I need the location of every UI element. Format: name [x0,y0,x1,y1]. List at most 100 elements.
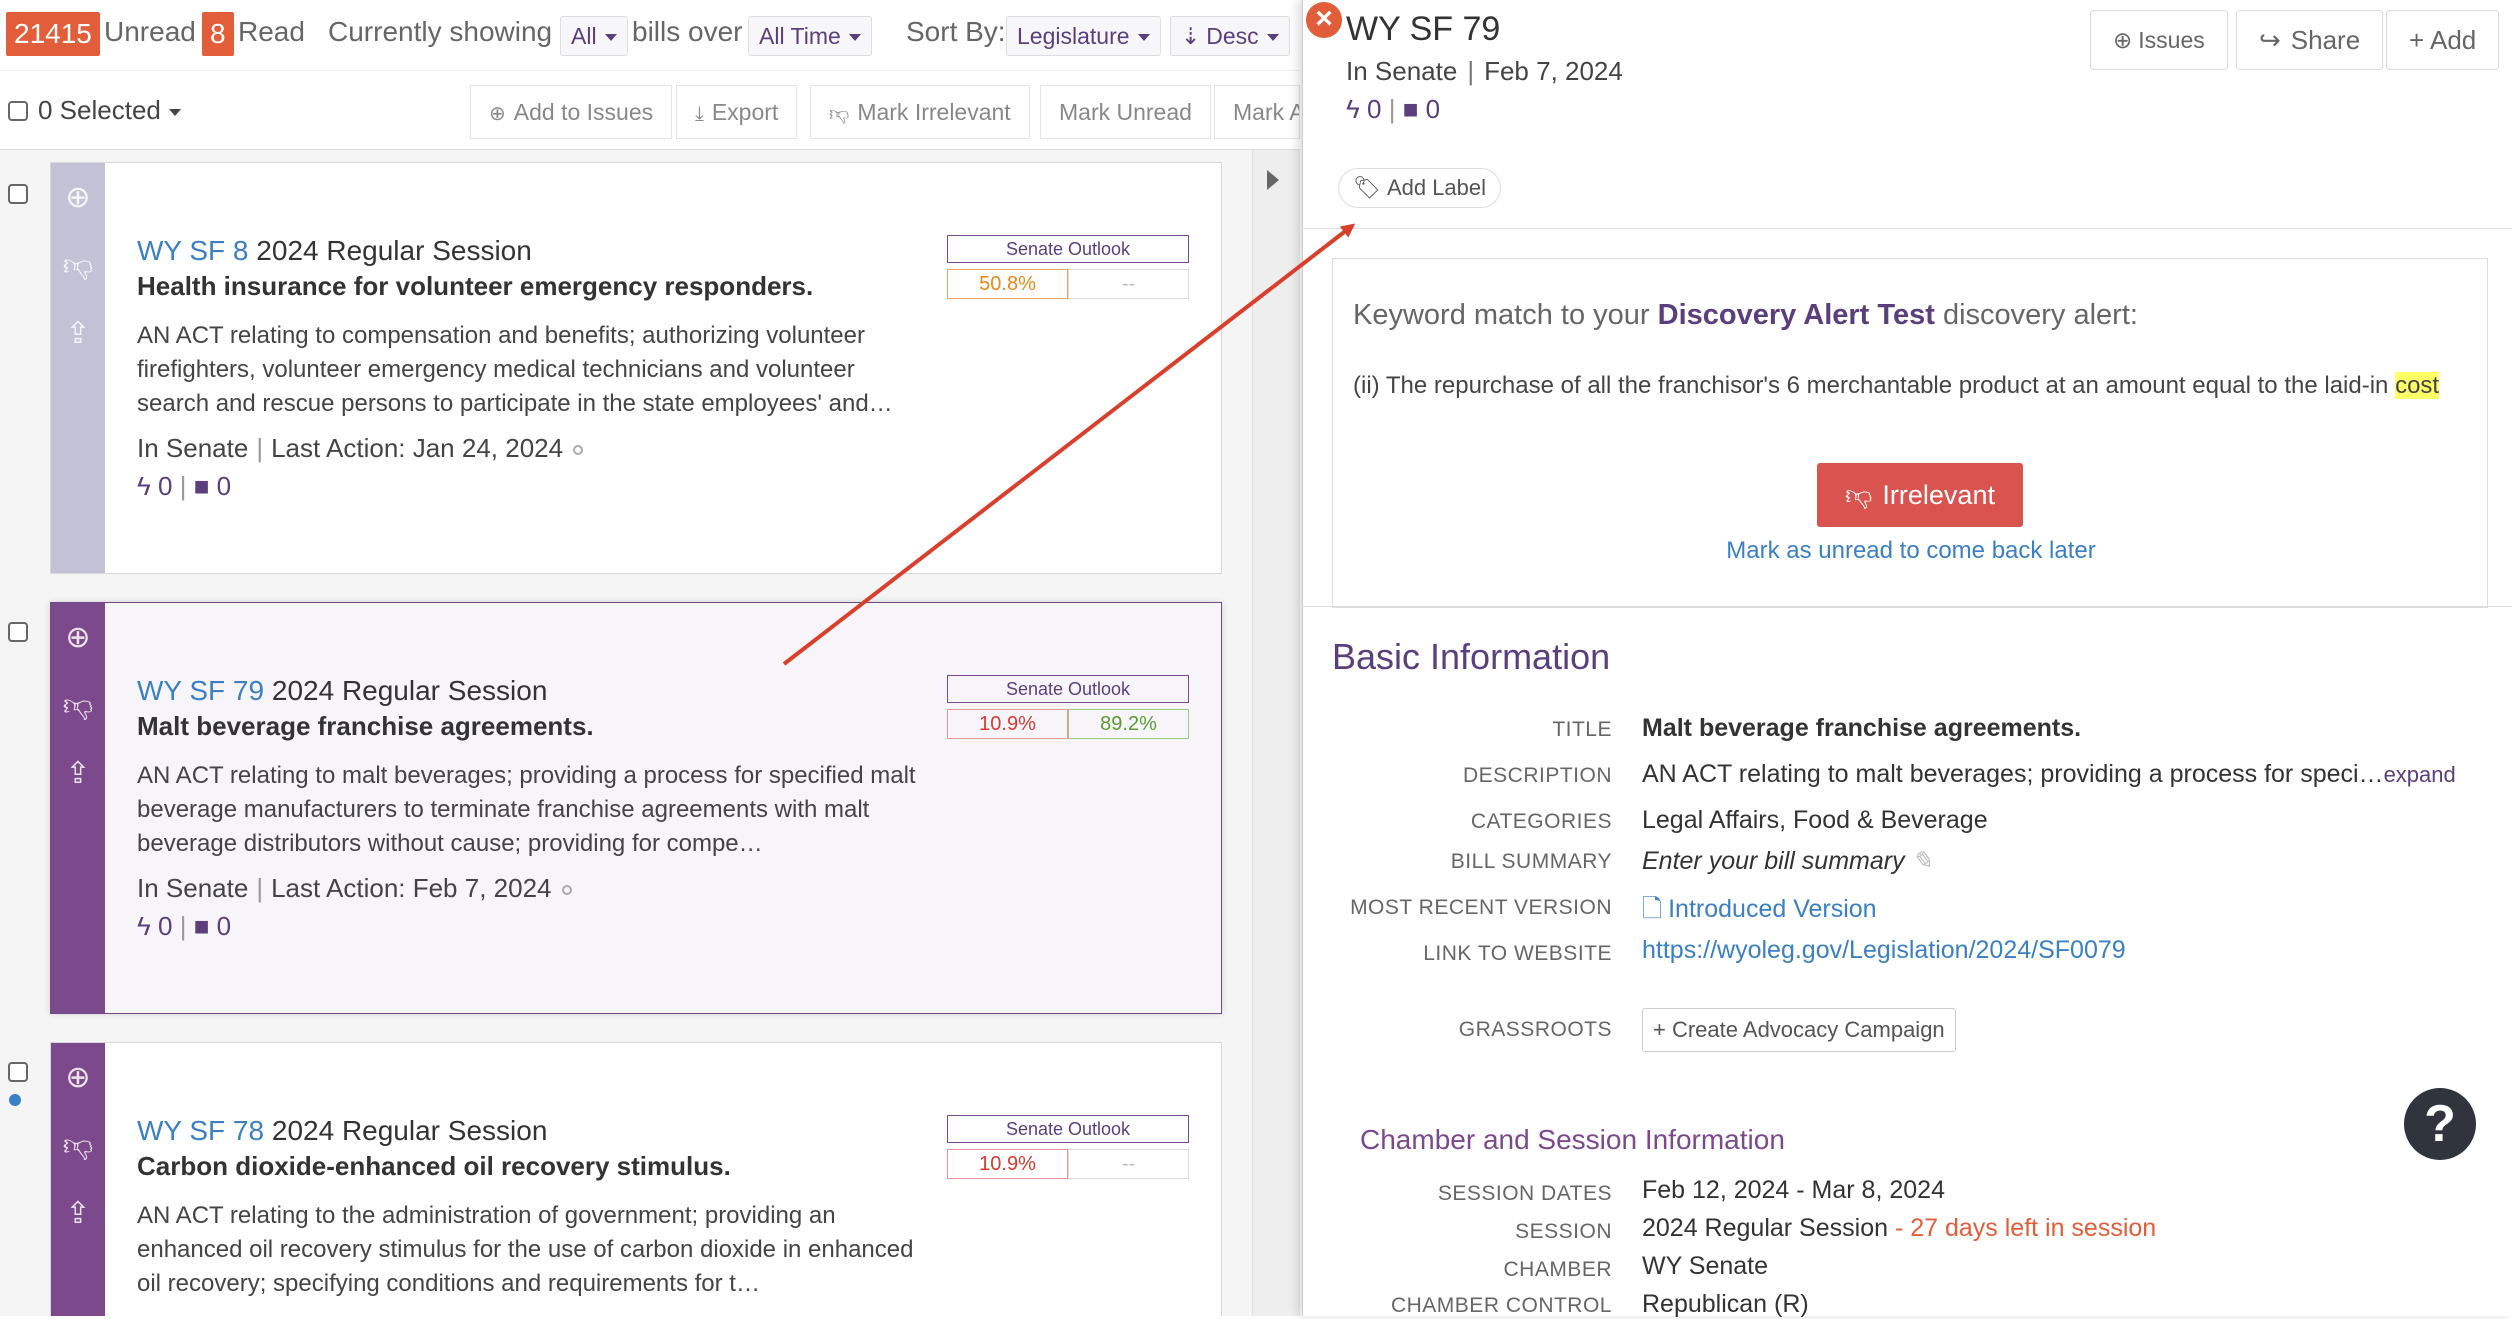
plus-circle-icon[interactable]: ⊕ [61,621,95,655]
bill-card[interactable]: ⊕ 👎︎ ⇪ WY SF 8 2024 Regular Session Heal… [50,162,1222,574]
separator: | [256,433,264,463]
bill-select-checkbox[interactable] [8,1062,28,1082]
outlook-pass-pct: 10.9% [947,709,1068,739]
bill-number-link[interactable]: WY SF 8 [137,235,249,266]
unread-count-badge[interactable]: 21415 [6,12,100,56]
match-suffix: discovery alert: [1942,299,2138,331]
issues-button[interactable]: ⊕ Issues [2090,10,2228,70]
categories-key: CATEGORIES [1470,810,1612,833]
plus-circle-icon[interactable]: ⊕ [61,181,95,215]
thumbs-down-icon: 👎︎ [1845,480,1873,510]
read-count-badge[interactable]: 8 [202,12,234,56]
top-filter-bar: 21415 Unread 8 Read Currently showing Al… [0,0,1300,70]
plus-circle-icon: ⊕ [2113,27,2133,53]
session-dates-value: Feb 12, 2024 - Mar 8, 2024 [1642,1176,1945,1204]
chevron-down-icon [848,34,861,42]
document-icon: 🗋 [1642,895,1663,923]
share-button[interactable]: ↪ Share [2236,10,2384,70]
panel-chamber-status: In Senate [1346,56,1458,86]
bill-note-count: 0 [216,471,232,501]
help-button[interactable]: ? [2404,1088,2476,1160]
add-label-button[interactable]: 🏷︎ Add Label [1338,168,1502,208]
panel-bill-title: WY SF 79 [1346,10,1501,48]
bill-session: 2024 Regular Session [271,675,548,706]
tag-icon: 🏷︎ [1353,175,1381,200]
bill-activity-count: 0 [158,911,173,941]
thumbs-down-icon[interactable]: 👎︎ [61,689,95,723]
mark-unread-link[interactable]: Mark as unread to come back later [1333,537,2489,565]
bill-filter-dropdown[interactable]: All [560,16,628,56]
issues-label: Issues [2138,27,2205,53]
categories-value: Legal Affairs, Food & Beverage [1642,806,1988,834]
read-label[interactable]: Read [238,16,305,48]
download-icon: ⤓ [695,103,704,125]
export-button[interactable]: ⤓ Export [676,85,798,139]
bill-select-checkbox[interactable] [8,184,28,204]
unread-label[interactable]: Unread [104,16,196,48]
unread-indicator-dot [9,1094,21,1106]
match-highlight: cost [2395,372,2440,399]
create-campaign-button[interactable]: + Create Advocacy Campaign [1642,1008,1956,1052]
chamber-control-key: CHAMBER CONTROL [1390,1294,1612,1317]
irrelevant-button[interactable]: 👎︎ Irrelevant [1817,463,2023,527]
bill-select-checkbox[interactable] [8,622,28,642]
bill-number-link[interactable]: WY SF 79 [137,675,264,706]
add-button[interactable]: + Add [2386,10,2500,70]
mark-unread-button[interactable]: Mark Unread [1040,85,1211,139]
sort-field-dropdown[interactable]: Legislature [1006,16,1161,56]
mark-more-button[interactable]: Mark A [1214,85,1300,139]
grassroots-key: GRASSROOTS [1458,1018,1612,1041]
session-dates-key: SESSION DATES [1437,1182,1612,1205]
bill-status-line: In Senate | Last Action: Jan 24, 2024 [137,433,584,464]
share-icon[interactable]: ⇪ [61,757,95,791]
selected-count-dropdown[interactable]: 0 Selected [38,95,181,126]
selected-count-label: 0 Selected [38,95,161,125]
alert-name[interactable]: Discovery Alert Test [1658,299,1935,331]
plus-circle-icon[interactable]: ⊕ [61,1061,95,1095]
description-key: DESCRIPTION [1462,764,1612,787]
add-to-issues-button[interactable]: ⊕ Add to Issues [470,85,673,139]
outlook-pass-pct: 10.9% [947,1149,1068,1179]
website-link[interactable]: https://wyoleg.gov/Legislation/2024/SF00… [1642,936,2126,965]
bill-activity-count: 0 [158,471,173,501]
bill-session: 2024 Regular Session [271,1115,548,1146]
bolt-icon: ϟ [137,471,151,501]
thumbs-down-icon[interactable]: 👎︎ [61,1129,95,1163]
chevron-down-icon [1137,34,1150,42]
share-icon[interactable]: ⇪ [61,1197,95,1231]
match-prefix: Keyword match to your [1353,299,1650,331]
bill-chamber-status: In Senate [137,433,249,463]
recent-version-link[interactable]: 🗋 Introduced Version [1642,890,1877,933]
close-icon[interactable]: × [1306,2,1342,38]
description-text: AN ACT relating to malt beverages; provi… [1642,760,2384,788]
add-label: + Add [2409,25,2477,55]
plus-circle-icon: ⊕ [489,103,506,125]
pencil-icon[interactable]: ✎ [1912,847,1933,875]
bill-last-action: Last Action: Jan 24, 2024 [271,433,564,463]
share-icon[interactable]: ⇪ [61,317,95,351]
divider [1302,228,2512,229]
senate-outlook-widget: Senate Outlook 50.8% -- [947,235,1189,299]
sort-order-icon: ⇣ [1181,23,1201,49]
outlook-fail-pct: -- [1068,269,1189,299]
bill-card-active[interactable]: ⊕ 👎︎ ⇪ WY SF 79 2024 Regular Session Mal… [50,602,1222,1014]
bill-summary-input[interactable]: Enter your bill summary ✎ [1642,846,1932,876]
bill-session: 2024 Regular Session [256,235,532,266]
expand-link[interactable]: expand [2384,762,2456,787]
panel-status-line: In Senate | Feb 7, 2024 [1346,56,1623,87]
share-label: Share [2290,25,2361,55]
title-value: Malt beverage franchise agreements. [1642,714,2082,742]
sort-order-dropdown[interactable]: ⇣ Desc [1170,16,1290,56]
info-icon[interactable] [561,885,572,896]
bill-card[interactable]: ⊕ 👎︎ ⇪ WY SF 78 2024 Regular Session Car… [50,1042,1222,1316]
mark-irrelevant-button[interactable]: 👎︎ Mark Irrelevant [810,85,1030,139]
select-all-checkbox[interactable] [8,101,28,121]
outlook-fail-pct: -- [1068,1149,1189,1179]
bill-activity-line: ϟ 0 | ■ 0 [137,471,231,502]
chamber-key: CHAMBER [1503,1258,1612,1281]
time-range-dropdown[interactable]: All Time [748,16,872,56]
thumbs-down-icon[interactable]: 👎︎ [61,249,95,283]
bill-number-link[interactable]: WY SF 78 [137,1115,264,1146]
panel-collapse-tab[interactable] [1252,150,1300,1316]
info-icon[interactable] [573,445,584,456]
